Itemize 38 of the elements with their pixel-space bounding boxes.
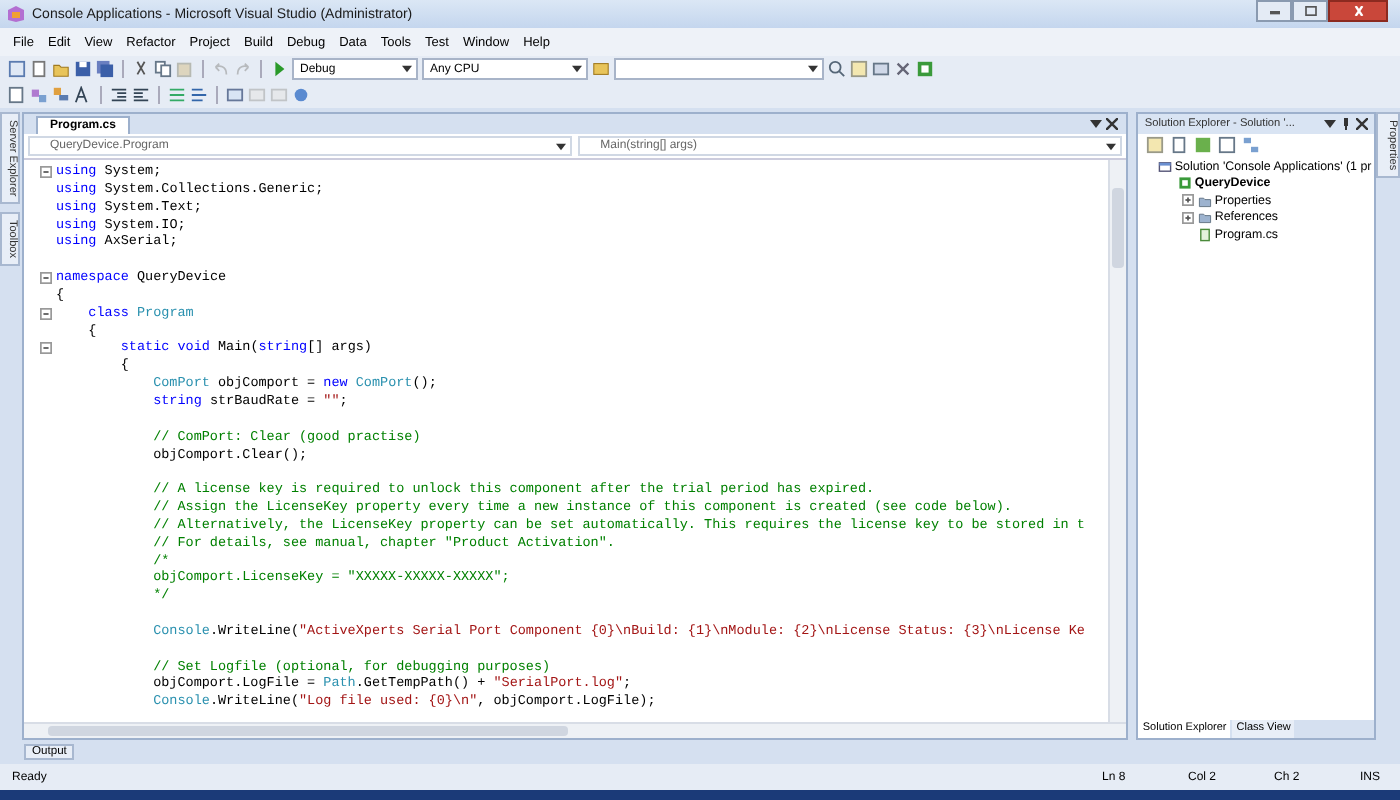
cut-icon[interactable] (132, 60, 150, 78)
copy-icon[interactable] (154, 60, 172, 78)
collapse-toggle[interactable] (39, 307, 52, 320)
comment-icon[interactable] (168, 86, 186, 104)
uncomment-icon[interactable] (190, 86, 208, 104)
app-icon (6, 4, 26, 24)
minimize-button[interactable] (1256, 0, 1292, 22)
vertical-scrollbar[interactable] (1108, 160, 1127, 722)
find-in-files-icon[interactable] (828, 60, 846, 78)
open-folder-icon[interactable] (52, 60, 70, 78)
outdent-icon[interactable] (110, 86, 128, 104)
collapse-toggle[interactable] (39, 272, 52, 285)
close-button[interactable] (1328, 0, 1388, 22)
pin-icon[interactable] (1340, 118, 1353, 130)
collapse-toggle[interactable] (39, 342, 52, 355)
dropdown-arrow-icon (556, 141, 567, 151)
maximize-icon (1301, 6, 1319, 16)
maximize-button[interactable] (1292, 0, 1328, 22)
save-all-icon[interactable] (96, 60, 114, 78)
close-icon (1349, 6, 1367, 16)
project-icon (1178, 176, 1193, 191)
code-file-icon (1198, 227, 1213, 242)
font-size-icon[interactable] (74, 86, 92, 104)
save-icon[interactable] (74, 60, 92, 78)
dropdown-arrow-icon (402, 64, 412, 74)
collapse-toggle[interactable] (39, 166, 52, 178)
expand-toggle[interactable] (1182, 194, 1195, 207)
solution-icon (1158, 159, 1173, 174)
dropdown-arrow-icon[interactable] (1324, 118, 1337, 130)
horizontal-scrollbar[interactable] (23, 722, 1127, 738)
indent-icon[interactable] (132, 86, 150, 104)
close-icon[interactable] (1356, 118, 1369, 130)
dropdown-arrow-icon (808, 64, 818, 74)
dropdown-arrow-icon (572, 64, 582, 74)
start-icon[interactable] (270, 60, 288, 78)
close-icon[interactable] (1106, 118, 1119, 130)
expand-toggle[interactable] (1182, 211, 1195, 224)
minimize-icon (1265, 6, 1283, 16)
